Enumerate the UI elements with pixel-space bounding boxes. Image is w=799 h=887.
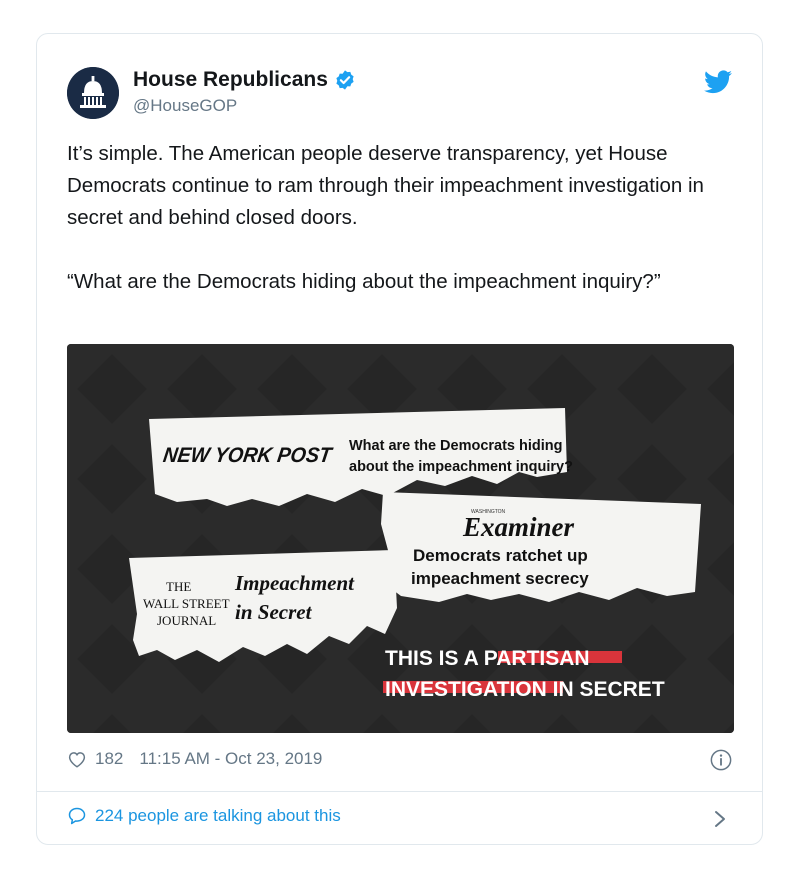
conversation-link[interactable]: 224 people are talking about this [67, 806, 341, 826]
verified-badge-icon [336, 70, 354, 90]
author-name[interactable]: House Republicans [133, 68, 328, 92]
examiner-headline: Democrats ratchet up [413, 546, 588, 565]
banner-line2: INVESTIGATION IN SECRET [385, 678, 665, 701]
speech-bubble-icon [68, 807, 86, 825]
nyp-headline: What are the Democrats hiding [349, 438, 563, 454]
tweet-paragraph: “What are the Democrats hiding about the… [67, 270, 661, 293]
chevron-right-icon[interactable] [714, 810, 726, 828]
divider [37, 791, 762, 792]
nyp-headline: about the impeachment inquiry? [349, 459, 573, 475]
nyp-logo: NEW YORK POST [162, 444, 335, 467]
wsj-logo: JOURNAL [157, 613, 216, 628]
avatar[interactable] [67, 67, 119, 119]
examiner-headline: impeachment secrecy [411, 569, 589, 588]
tweet-media-image[interactable]: NEW YORK POST What are the Democrats hid… [67, 344, 734, 733]
tweet-card: House Republicans @HouseGOP It’s simple.… [36, 33, 763, 845]
capitol-dome-icon [67, 67, 119, 119]
like-count[interactable]: 182 [95, 749, 123, 769]
author-handle[interactable]: @HouseGOP [133, 96, 237, 116]
conversation-link-label[interactable]: 224 people are talking about this [95, 806, 341, 826]
info-icon[interactable] [710, 749, 732, 771]
tweet-text: It’s simple. The American people deserve… [67, 138, 737, 298]
tweet-meta: 182 11:15 AM - Oct 23, 2019 [67, 749, 322, 769]
banner-line1: THIS IS A PARTISAN [385, 647, 590, 670]
headline-collage: NEW YORK POST What are the Democrats hid… [67, 344, 734, 733]
wsj-logo: THE [166, 579, 191, 594]
wsj-headline: in Secret [235, 600, 313, 624]
twitter-bird-icon[interactable] [704, 70, 732, 94]
heart-icon[interactable] [67, 750, 87, 768]
wsj-headline: Impeachment [234, 571, 355, 595]
timestamp[interactable]: 11:15 AM - Oct 23, 2019 [139, 749, 322, 769]
author-row: House Republicans [133, 68, 356, 92]
tweet-paragraph: It’s simple. The American people deserve… [67, 142, 704, 229]
wsj-logo: WALL STREET [143, 596, 230, 611]
examiner-logo: Examiner [462, 512, 575, 542]
